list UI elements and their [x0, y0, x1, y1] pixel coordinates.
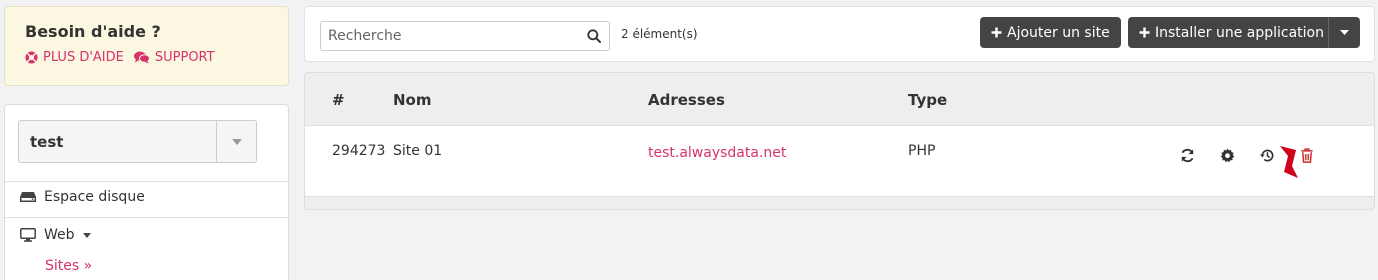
table-row: 294273 Site 01 test.alwaysdata.net PHP	[305, 125, 1374, 197]
nav-item-sites[interactable]: Sites »	[45, 258, 92, 274]
history-icon[interactable]	[1258, 146, 1276, 164]
nav-item-disk[interactable]: Espace disque	[20, 189, 145, 205]
table-header: # Nom Adresses Type	[305, 73, 1374, 125]
account-select[interactable]: test	[18, 120, 257, 163]
caret-down-icon	[1340, 30, 1349, 35]
account-panel: test Espace disque Web Sites »	[4, 104, 289, 280]
search-box	[320, 21, 610, 51]
gear-icon[interactable]	[1218, 146, 1236, 164]
column-header-name[interactable]: Nom	[393, 91, 432, 109]
install-app-button[interactable]: Installer une application	[1128, 17, 1335, 48]
hdd-icon	[20, 192, 36, 202]
help-links: PLUS D'AIDE SUPPORT	[25, 50, 268, 65]
comments-icon	[133, 51, 150, 64]
plus-icon	[991, 27, 1002, 38]
desktop-icon	[20, 228, 36, 242]
search-input[interactable]	[321, 28, 579, 44]
account-select-value: test	[30, 133, 64, 151]
caret-down-icon	[82, 232, 91, 238]
nav-divider	[5, 217, 288, 218]
cell-id: 294273	[332, 143, 386, 159]
plus-icon	[1139, 27, 1150, 38]
add-site-label: Ajouter un site	[1007, 24, 1110, 41]
trash-icon[interactable]	[1298, 146, 1316, 164]
add-site-button[interactable]: Ajouter un site	[980, 17, 1121, 48]
support-link[interactable]: SUPPORT	[133, 50, 215, 65]
more-help-link[interactable]: PLUS D'AIDE	[25, 50, 124, 65]
nav-disk-label: Espace disque	[44, 189, 145, 205]
nav-divider	[5, 181, 288, 182]
toolbar: 2 élément(s) Ajouter un site Installer u…	[304, 6, 1375, 62]
install-app-dropdown-toggle[interactable]	[1328, 17, 1360, 48]
chevron-down-icon[interactable]	[216, 121, 256, 162]
cell-address-link[interactable]: test.alwaysdata.net	[648, 145, 786, 161]
sites-table: # Nom Adresses Type 294273 Site 01 test.…	[304, 72, 1375, 210]
column-header-id[interactable]: #	[332, 91, 345, 109]
install-app-label: Installer une application	[1155, 24, 1324, 41]
help-box: Besoin d'aide ? PLUS D'AIDE SUPPORT	[4, 6, 289, 86]
cell-name: Site 01	[393, 143, 443, 159]
pointer-arrow-icon	[1280, 146, 1298, 178]
support-label: SUPPORT	[154, 50, 215, 65]
column-header-type[interactable]: Type	[908, 91, 947, 109]
nav-web-label: Web	[44, 227, 75, 243]
column-header-addresses[interactable]: Adresses	[648, 91, 725, 109]
item-count: 2 élément(s)	[621, 27, 698, 41]
search-icon[interactable]	[579, 29, 609, 43]
refresh-icon[interactable]	[1178, 146, 1196, 164]
nav-item-web[interactable]: Web	[20, 227, 91, 243]
help-title: Besoin d'aide ?	[25, 22, 161, 41]
more-help-label: PLUS D'AIDE	[43, 50, 124, 65]
cell-type: PHP	[908, 143, 936, 159]
lifebuoy-icon	[25, 51, 38, 64]
